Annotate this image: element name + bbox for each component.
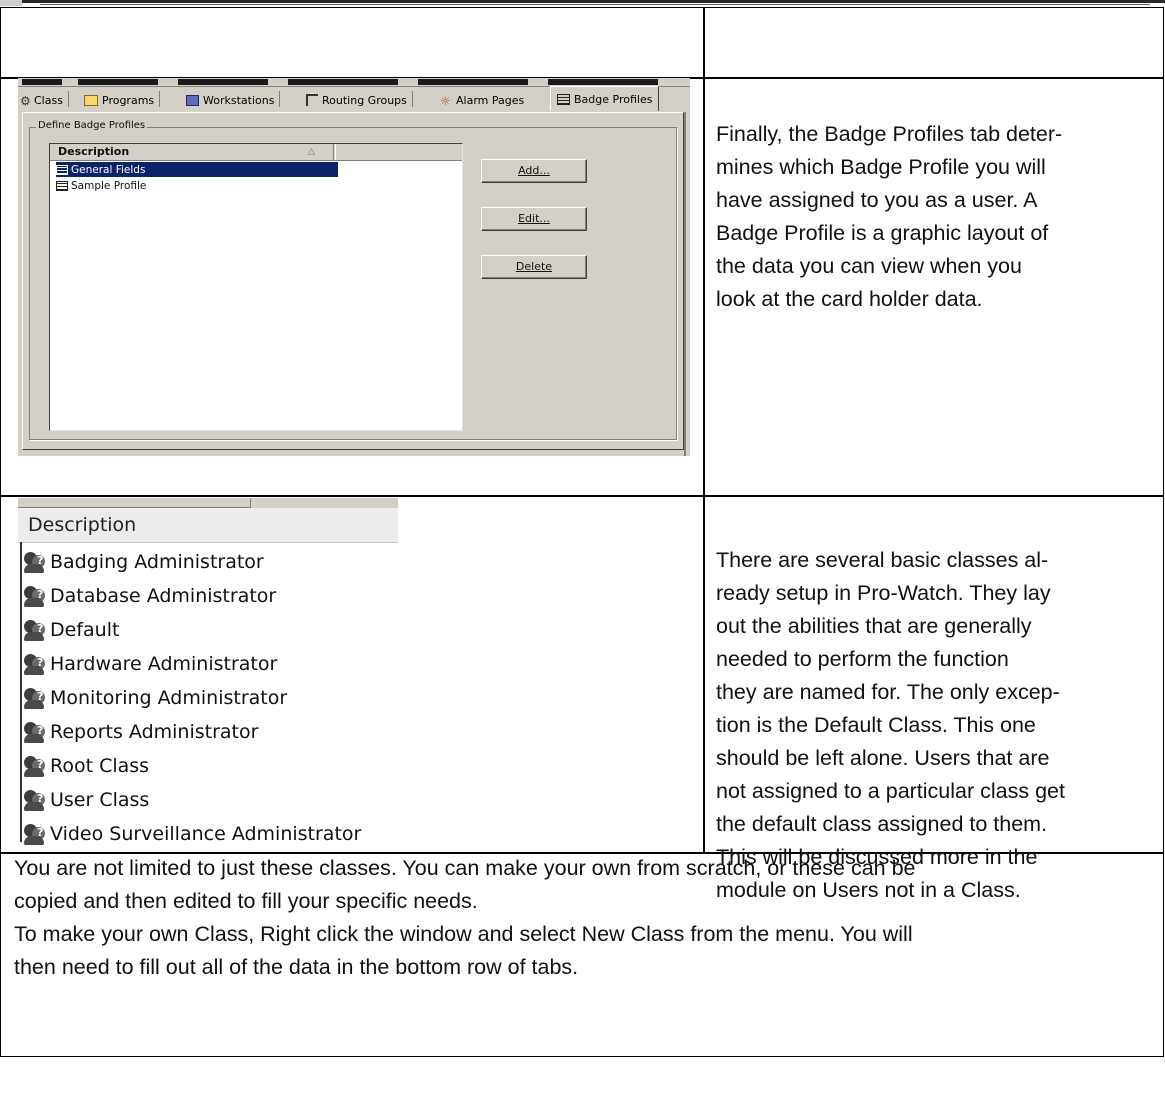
text-line: mines which Badge Profile you will — [716, 155, 1046, 179]
class-list-header[interactable]: Description — [18, 508, 398, 543]
tab-label: Class — [34, 93, 63, 107]
class-list-item-label: Default — [50, 619, 120, 641]
class-list-item[interactable]: ? Video Surveillance Administrator — [22, 820, 361, 848]
class-list-item[interactable]: ? Reports Administrator — [22, 718, 258, 746]
sort-arrow-icon: △ — [308, 147, 315, 157]
tab-alarm-pages[interactable]: ☼ Alarm Pages — [440, 90, 524, 110]
table-cell-empty-right — [703, 7, 1164, 79]
class-list-item-label: Video Surveillance Administrator — [50, 823, 362, 845]
text-line: then need to fill out all of the data in… — [14, 955, 579, 979]
tab-routing-groups[interactable]: Routing Groups — [306, 90, 413, 110]
text-line: tion is the Default Class. This one — [716, 713, 1036, 737]
class-list-item-label: Root Class — [50, 755, 150, 777]
groupbox-title: Define Badge Profiles — [36, 120, 148, 131]
class-list-item[interactable]: ? Monitoring Administrator — [22, 684, 287, 712]
user-class-icon: ? — [22, 685, 48, 711]
badge-profile-list[interactable]: Description △ General Fields Sample Prof… — [49, 143, 463, 431]
class-list-screenshot: Description ? Badging Administrator? Datab… — [18, 498, 398, 848]
workstation-icon — [186, 94, 199, 106]
table-cell-empty-left — [0, 7, 705, 79]
text-line: Finally, the Badge Profiles tab deter- — [716, 122, 1063, 146]
class-list-item-label: Monitoring Administrator — [50, 687, 288, 709]
class-list-item-label: Hardware Administrator — [50, 653, 278, 675]
text-line: Badge Profile is a graphic layout of — [716, 221, 1049, 245]
delete-button[interactable]: Delete — [481, 255, 587, 279]
list-header[interactable]: Description △ — [50, 144, 462, 161]
header-line-thick — [22, 0, 1165, 3]
tab-class[interactable]: ⚙ Class — [20, 90, 69, 110]
tab-stub — [18, 498, 251, 508]
routing-icon — [306, 94, 318, 106]
custom-class-instructions: You are not limited to just these classe… — [14, 852, 1154, 984]
text-line: the default class assigned to them. — [716, 812, 1048, 836]
text-line: they are named for. The only excep- — [716, 680, 1060, 704]
list-item-label: General Fields — [71, 163, 146, 176]
tab-workstations[interactable]: Workstations — [186, 90, 281, 110]
user-class-icon: ? — [22, 787, 48, 813]
user-class-icon: ? — [22, 719, 48, 745]
text-line: To make your own Class, Right click the … — [14, 922, 913, 946]
text-line: You are not limited to just these classe… — [14, 856, 916, 880]
class-list-item-label: Database Administrator — [50, 585, 277, 607]
badge-icon — [56, 180, 68, 191]
edit-button[interactable]: Edit... — [481, 207, 587, 231]
text-line: out the abilities that are generally — [716, 614, 1032, 638]
tab-label: Workstations — [203, 93, 275, 107]
text-line: There are several basic classes al- — [716, 548, 1049, 572]
tab-label: Routing Groups — [322, 93, 407, 107]
alarm-icon: ☼ — [440, 94, 451, 108]
tab-programs[interactable]: Programs — [84, 90, 161, 110]
user-class-icon: ? — [22, 583, 48, 609]
header-shade — [0, 0, 22, 6]
class-list-item-label: Reports Administrator — [50, 721, 259, 743]
badge-profiles-dialog-screenshot: ⚙ Class Programs Workstations Routing Gr… — [18, 78, 690, 456]
text-line: have assigned to you as a user. A — [716, 188, 1038, 212]
badge-icon — [557, 93, 570, 105]
class-icon: ⚙ — [20, 94, 31, 108]
text-line: ready setup in Pro-Watch. They lay — [716, 581, 1051, 605]
header-line-thin — [40, 4, 1150, 5]
badge-profiles-description: Finally, the Badge Profiles tab deter- m… — [716, 118, 1156, 316]
list-item[interactable]: Sample Profile — [56, 178, 150, 193]
class-list-item[interactable]: ? Hardware Administrator — [22, 650, 277, 678]
list-item-label: Sample Profile — [71, 179, 147, 192]
badge-icon — [56, 164, 68, 175]
user-class-icon: ? — [22, 753, 48, 779]
class-list-item-label: User Class — [50, 789, 150, 811]
description-column-header: Description — [28, 514, 137, 536]
text-line: copied and then edited to fill your spec… — [14, 889, 478, 913]
window-edge — [684, 112, 686, 456]
description-column-header[interactable]: Description — [50, 144, 334, 160]
page-header-rule — [0, 0, 1165, 7]
tab-label: Programs — [102, 93, 155, 107]
tab-badge-profiles[interactable]: Badge Profiles — [550, 86, 660, 111]
user-class-icon: ? — [22, 617, 48, 643]
class-list-item[interactable]: ? User Class — [22, 786, 149, 814]
class-list-item[interactable]: ? Database Administrator — [22, 582, 276, 610]
folder-icon — [84, 94, 98, 106]
list-item[interactable]: General Fields — [56, 162, 338, 177]
tab-panel: Define Badge Profiles Description △ Gene… — [22, 112, 684, 450]
tab-strip: ⚙ Class Programs Workstations Routing Gr… — [18, 86, 690, 112]
text-line: look at the card holder data. — [716, 287, 983, 311]
tab-label: Alarm Pages — [456, 93, 525, 107]
user-class-icon: ? — [22, 549, 48, 575]
text-line: needed to perform the function — [716, 647, 1009, 671]
add-button[interactable]: Add... — [481, 159, 587, 183]
user-class-icon: ? — [22, 821, 48, 847]
text-line: the data you can view when you — [716, 254, 1022, 278]
text-line: not assigned to a particular class get — [716, 779, 1065, 803]
class-list-item-label: Badging Administrator — [50, 551, 264, 573]
class-list-item[interactable]: ? Badging Administrator — [22, 548, 264, 576]
user-class-icon: ? — [22, 651, 48, 677]
tab-label: Badge Profiles — [574, 92, 653, 106]
text-line: should be left alone. Users that are — [716, 746, 1050, 770]
class-list-item[interactable]: ? Root Class — [22, 752, 149, 780]
class-list-item[interactable]: ? Default — [22, 616, 119, 644]
